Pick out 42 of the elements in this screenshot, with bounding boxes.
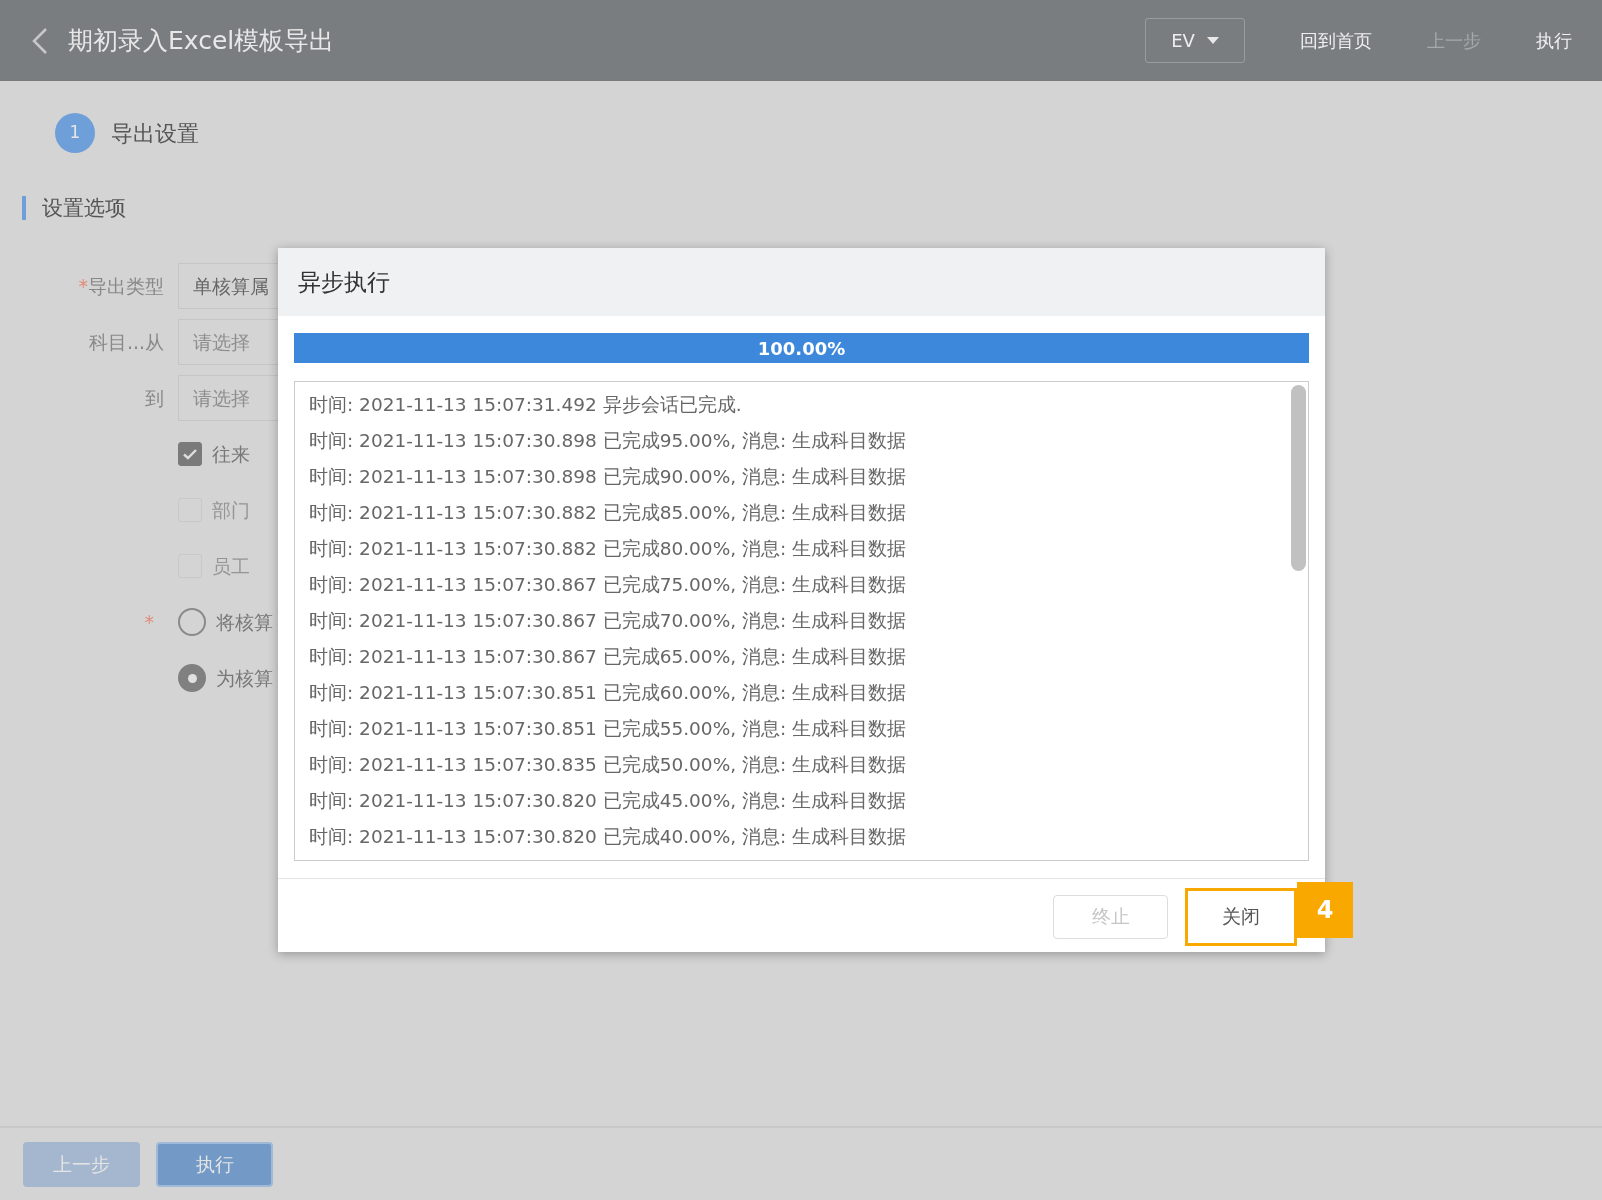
section-title: 设置选项: [22, 196, 1602, 220]
step-number: 1: [55, 113, 95, 153]
caret-icon: [1206, 37, 1219, 44]
checkbox-label: 往来: [212, 441, 250, 467]
log-line: 时间: 2021-11-13 15:07:30.820 已完成45.00%, 消息: 生成科目数据: [309, 789, 908, 813]
log-line: 时间: 2021-11-13 15:07:30.898 已完成90.00%, 消息: 生成科目数据: [309, 465, 908, 489]
dialog-title: 异步执行: [278, 248, 1325, 316]
checkbox-label: 部门: [212, 497, 250, 523]
radio-label: 将核算: [216, 609, 273, 635]
step-callout: 4: [1297, 882, 1353, 938]
scrollbar-thumb[interactable]: [1291, 385, 1306, 571]
required-mark: *: [78, 274, 88, 297]
log-line: 时间: 2021-11-13 15:07:30.835 已完成50.00%, 消息: 生成科目数据: [309, 753, 908, 777]
log-line: 时间: 2021-11-13 15:07:30.882 已完成85.00%, 消息: 生成科目数据: [309, 501, 908, 525]
dialog-button[interactable]: 关闭: [1185, 887, 1297, 946]
step-label: 导出设置: [111, 119, 199, 148]
radio-label: 为核算: [216, 665, 273, 691]
log-line: 时间: 2021-11-13 15:07:30.851 已完成55.00%, 消息: 生成科目数据: [309, 717, 908, 741]
field-label: 导出类型: [88, 274, 164, 297]
log-line: 时间: 2021-11-13 15:07:30.898 已完成95.00%, 消息: 生成科目数据: [309, 429, 908, 453]
radio-button[interactable]: [178, 608, 206, 636]
header-button[interactable]: 回到首页: [1300, 27, 1372, 54]
footer-button[interactable]: 执行: [156, 1141, 273, 1187]
log-line: 时间: 2021-11-13 15:07:31.492 异步会话已完成.: [309, 393, 743, 417]
log-line: 时间: 2021-11-13 15:07:30.867 已完成75.00%, 消息: 生成科目数据: [309, 573, 908, 597]
log-line: 时间: 2021-11-13 15:07:30.882 已完成80.00%, 消息: 生成科目数据: [309, 537, 908, 561]
field-label: 到: [145, 386, 164, 409]
header-button[interactable]: 执行: [1536, 27, 1572, 54]
check-icon: [183, 448, 197, 460]
checkbox[interactable]: [178, 442, 202, 466]
back-icon[interactable]: [30, 25, 50, 56]
log-line: 时间: 2021-11-13 15:07:30.851 已完成60.00%, 消息: 生成科目数据: [309, 681, 908, 705]
progress-label: 100.00%: [757, 336, 846, 361]
checkbox-label: 员工: [212, 553, 250, 579]
page-title: 期初录入Excel模板导出: [68, 24, 335, 57]
log-line: 时间: 2021-11-13 15:07:30.867 已完成65.00%, 消息: 生成科目数据: [309, 645, 908, 669]
selector-dropdown[interactable]: EV: [1145, 18, 1245, 63]
log-line: 时间: 2021-11-13 15:07:30.867 已完成70.00%, 消息: 生成科目数据: [309, 609, 908, 633]
log-line: 时间: 2021-11-13 15:07:30.820 已完成40.00%, 消息: 生成科目数据: [309, 825, 908, 849]
field-label: 科目...从: [88, 330, 164, 353]
required-mark: *: [144, 610, 154, 633]
radio-button[interactable]: [178, 664, 206, 692]
